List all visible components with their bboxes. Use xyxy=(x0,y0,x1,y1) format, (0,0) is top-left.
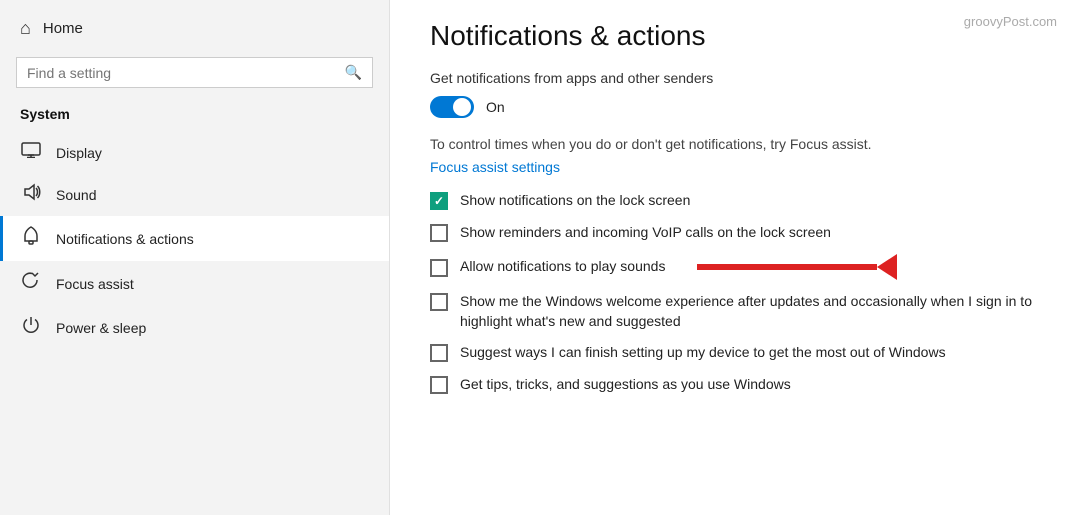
search-icon[interactable]: 🔍 xyxy=(345,64,362,81)
checkbox-welcome[interactable] xyxy=(430,293,448,311)
focus-assist-link[interactable]: Focus assist settings xyxy=(430,159,560,175)
display-icon xyxy=(20,142,42,163)
sidebar-item-power-label: Power & sleep xyxy=(56,320,146,336)
sidebar-item-power[interactable]: Power & sleep xyxy=(0,306,389,349)
notifications-subtitle: Get notifications from apps and other se… xyxy=(430,70,1037,86)
checkbox-sounds[interactable] xyxy=(430,259,448,277)
sidebar-item-display-label: Display xyxy=(56,145,102,161)
checkbox-welcome-label: Show me the Windows welcome experience a… xyxy=(460,292,1037,331)
checkbox-row-lock-screen: Show notifications on the lock screen xyxy=(430,191,1037,211)
checkbox-sounds-label: Allow notifications to play sounds xyxy=(460,257,665,277)
sidebar-item-notifications-label: Notifications & actions xyxy=(56,231,194,247)
checkbox-finish-setup-label: Suggest ways I can finish setting up my … xyxy=(460,343,946,363)
focus-hint: To control times when you do or don't ge… xyxy=(430,134,1037,155)
sidebar-home[interactable]: ⌂ Home xyxy=(0,0,389,49)
home-icon: ⌂ xyxy=(20,18,31,39)
sidebar-item-focus-label: Focus assist xyxy=(56,276,134,292)
checkbox-reminders-label: Show reminders and incoming VoIP calls o… xyxy=(460,223,831,243)
sound-icon xyxy=(20,183,42,206)
toggle-label: On xyxy=(486,99,505,115)
page-title: Notifications & actions xyxy=(430,20,1037,52)
arrow-shaft xyxy=(697,264,877,270)
toggle-row: On xyxy=(430,96,1037,118)
checkbox-row-finish-setup: Suggest ways I can finish setting up my … xyxy=(430,343,1037,363)
checkbox-row-sounds: Allow notifications to play sounds xyxy=(430,254,1037,280)
arrow-head xyxy=(877,254,897,280)
sidebar-item-notifications[interactable]: Notifications & actions xyxy=(0,216,389,261)
sidebar-item-sound-label: Sound xyxy=(56,187,96,203)
search-box: 🔍 xyxy=(16,57,373,88)
notifications-icon xyxy=(20,226,42,251)
checkbox-lock-screen-label: Show notifications on the lock screen xyxy=(460,191,690,211)
sidebar-item-sound[interactable]: Sound xyxy=(0,173,389,216)
sidebar-home-label: Home xyxy=(43,20,83,37)
sidebar: ⌂ Home 🔍 System Display Sound xyxy=(0,0,390,515)
notifications-toggle[interactable] xyxy=(430,96,474,118)
checkbox-row-tips: Get tips, tricks, and suggestions as you… xyxy=(430,375,1037,395)
checkbox-finish-setup[interactable] xyxy=(430,344,448,362)
watermark: groovyPost.com xyxy=(964,14,1057,29)
checkbox-reminders[interactable] xyxy=(430,224,448,242)
annotation-arrow xyxy=(697,254,897,280)
power-icon xyxy=(20,316,42,339)
checkbox-tips-label: Get tips, tricks, and suggestions as you… xyxy=(460,375,791,395)
checkbox-tips[interactable] xyxy=(430,376,448,394)
focus-icon xyxy=(20,271,42,296)
checkbox-lock-screen[interactable] xyxy=(430,192,448,210)
toggle-thumb xyxy=(453,98,471,116)
main-content: groovyPost.com Notifications & actions G… xyxy=(390,0,1077,515)
checkbox-row-welcome: Show me the Windows welcome experience a… xyxy=(430,292,1037,331)
search-input[interactable] xyxy=(27,65,337,81)
sidebar-item-display[interactable]: Display xyxy=(0,132,389,173)
sidebar-item-focus[interactable]: Focus assist xyxy=(0,261,389,306)
checkbox-row-reminders: Show reminders and incoming VoIP calls o… xyxy=(430,223,1037,243)
sidebar-section-label: System xyxy=(0,102,389,132)
